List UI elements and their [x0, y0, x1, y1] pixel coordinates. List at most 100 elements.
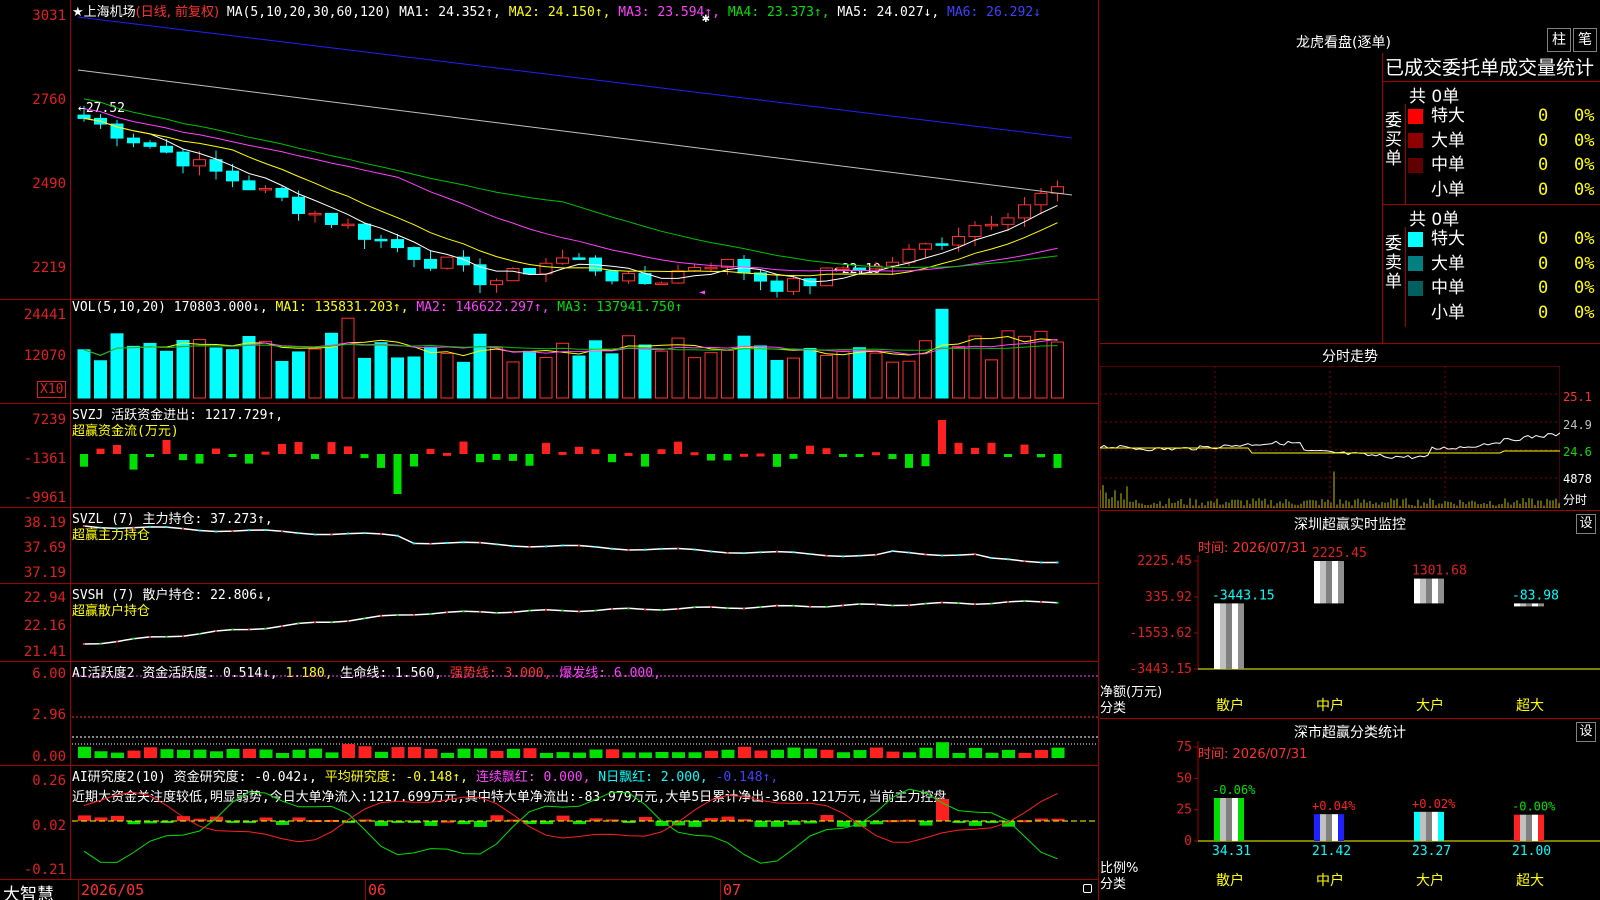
flow-bar: [806, 445, 814, 454]
svzj-pane[interactable]: 7239 -1361 -9961 SVZJ 活跃资金进出: 1217.729↑,…: [0, 404, 1099, 508]
ai-research-pane[interactable]: 0.26 0.02 -0.21 AI研究度2(10) 资金研究度: -0.042…: [0, 766, 1099, 880]
volume-pane[interactable]: 24441 12070 X10 VOL(5,10,20) 170803.000↓…: [0, 300, 1099, 404]
position-dot: [693, 548, 696, 551]
svsh-ytick: 22.16: [23, 618, 66, 634]
position-dot: [446, 541, 448, 544]
position-dot: [495, 543, 498, 546]
svzl-plot[interactable]: [72, 508, 1098, 584]
position-dot: [83, 525, 85, 527]
sz-stats-chart[interactable]: 75 50 25 0 34.31 -0.06% 散户 21.42 +0.04% 中户 23.27 +0…: [1100, 719, 1600, 900]
flow-bar: [443, 452, 451, 456]
intraday-title: 分时走势: [1322, 349, 1378, 365]
position-dot: [528, 545, 531, 548]
date-tick: [78, 880, 79, 900]
ai-activity-ytick: 6.00: [32, 666, 66, 682]
ai-activity-pane[interactable]: 6.00 2.96 0.00 AI活跃度2 资金活跃度: 0.514↓, 1.1…: [0, 662, 1099, 766]
candle-body: [655, 282, 668, 286]
volume-bar: [935, 308, 949, 399]
volume-plot[interactable]: [72, 300, 1098, 404]
research-bar: [111, 815, 124, 821]
candle-body: [787, 278, 800, 292]
retail-dot: [198, 632, 201, 635]
intraday-price-tick: 25.1: [1563, 390, 1592, 404]
activity-bar: [622, 752, 636, 758]
position-dot: [594, 545, 597, 548]
research-bar: [969, 821, 982, 826]
kline-ytick: 2760: [32, 92, 66, 108]
ai-activity-ytick: 2.96: [32, 707, 66, 723]
svsh-axis: 22.94 22.16 21.41: [0, 584, 71, 662]
sz-stats-panel[interactable]: 深市超赢分类统计 设 时间: 2026/07/31 75 50 25 0 34.31 -0…: [1100, 718, 1600, 900]
intraday-plot[interactable]: [1100, 366, 1560, 508]
volume-bar: [605, 353, 619, 399]
volume-bar: [440, 353, 454, 399]
sz-monitor-panel[interactable]: 深圳超赢实时监控 设 时间: 2026/07/31 2225.45 335.92-…: [1100, 510, 1600, 718]
chart-area[interactable]: 3031 2760 2490 2219 ★上海机场(日线, 前复权) MA(5,…: [0, 0, 1099, 900]
bar-stripe: [1320, 561, 1326, 604]
lhb-table: 已成交委托单成交量统计 委买单 共 0单 特大 0 0% 大单 0 0% 中单 0 0% 小单 0 0…: [1382, 53, 1600, 343]
intraday-price-tick: 24.6: [1563, 445, 1592, 459]
buy-rows: 特大 0 0% 大单 0 0% 中单 0 0% 小单 0 0%: [1405, 104, 1600, 204]
activity-bar: [688, 752, 702, 758]
intraday-unit: 分时: [1563, 493, 1588, 507]
kline-plot[interactable]: ✱◄: [72, 0, 1098, 300]
sz-monitor-chart[interactable]: 2225.45 335.92 -1553.62 -3443.15 -3443.15 散户 2…: [1100, 511, 1600, 719]
flow-bar: [1004, 454, 1012, 458]
ai-activity-plot[interactable]: [72, 662, 1098, 766]
activity-bar: [936, 742, 949, 758]
lhb-buy-section: 委买单 共 0单 特大 0 0% 大单 0 0% 中单 0 0% 小单 0 0%: [1383, 81, 1600, 205]
activity-bar: [490, 750, 504, 758]
svsh-pane[interactable]: 22.94 22.16 21.41 SVSH (7) 散户持仓: 22.806↓…: [0, 584, 1099, 662]
bar-stripe: [1226, 797, 1232, 841]
svsh-plot[interactable]: [72, 584, 1098, 662]
flow-bar: [789, 454, 798, 459]
flow-bar: [657, 449, 666, 454]
sz-stats-xunit: 分类: [1100, 877, 1127, 892]
lhb-tick-button[interactable]: 笔: [1573, 28, 1597, 52]
app-window: 3031 2760 2490 2219 ★上海机场(日线, 前复权) MA(5,…: [0, 0, 1600, 900]
retail-dot: [710, 605, 712, 608]
kline-pane[interactable]: 3031 2760 2490 2219 ★上海机场(日线, 前复权) MA(5,…: [0, 0, 1099, 300]
lock-icon[interactable]: [1083, 884, 1092, 893]
bar-stripe: [1314, 814, 1320, 841]
svzj-plot[interactable]: [72, 404, 1098, 508]
flow-bar: [410, 454, 418, 467]
volume-bar: [358, 357, 371, 399]
activity-bar: [540, 752, 553, 758]
retail-dot: [347, 620, 349, 623]
lhb-row-count: 0: [1538, 253, 1549, 274]
volume-bar: [374, 342, 388, 399]
bar-stripe: [1520, 814, 1526, 841]
activity-bar: [870, 747, 883, 758]
retail-dot: [858, 603, 861, 606]
lhb-bar-button[interactable]: 柱: [1547, 28, 1571, 52]
svzj-axis: 7239 -1361 -9961: [0, 404, 71, 508]
candle-body: [853, 267, 866, 270]
candle-body: [523, 268, 536, 275]
candle-body: [1034, 192, 1048, 206]
position-dot: [710, 550, 712, 553]
position-dot: [165, 526, 168, 529]
position-dot: [924, 553, 927, 556]
bar-value-label: -3443.15: [1212, 588, 1275, 603]
retail-dot: [182, 635, 184, 638]
candle-body: [902, 248, 916, 263]
ai-research-plot[interactable]: [72, 766, 1098, 880]
bar-stripe: [1532, 814, 1538, 841]
retail-dot: [429, 612, 432, 615]
candle-body: [985, 223, 998, 227]
position-dot: [809, 553, 811, 556]
bar-stripe: [1432, 578, 1438, 604]
volume-bar: [226, 349, 239, 399]
research-bar: [688, 821, 702, 827]
flow-bar: [1053, 454, 1062, 468]
bar-change-label: +0.02%: [1412, 797, 1456, 811]
intraday-panel[interactable]: 分时走势 25.1 24.9 24.6 4878 分时: [1100, 344, 1600, 510]
flow-bar: [344, 446, 352, 454]
svzl-pane[interactable]: 38.19 37.69 37.19 SVZL (7) 主力持仓: 37.273↑…: [0, 508, 1099, 584]
lhb-panel: 龙虎看盘(逐单) 柱 笔 已成交委托单成交量统计 委买单 共 0单 特大 0 0% 大…: [1100, 0, 1600, 344]
flow-bar: [459, 441, 468, 454]
volume-bar: [176, 339, 190, 399]
sz-monitor-xunit: 分类: [1100, 701, 1127, 716]
volume-bar: [886, 361, 899, 399]
